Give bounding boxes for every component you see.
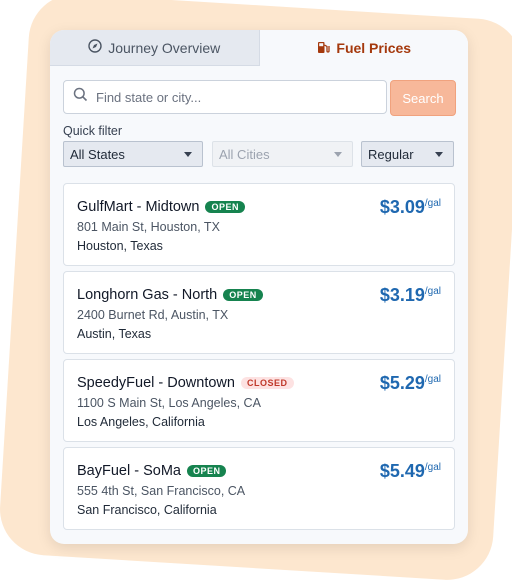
chevron-down-icon: [334, 151, 342, 157]
price-value: $5.29: [379, 373, 425, 393]
tab-bar: Journey Overview Fuel Prices: [50, 30, 468, 66]
station-city: Houston, Texas: [77, 239, 163, 253]
status-badge: OPEN: [223, 289, 263, 301]
station-city: Los Angeles, California: [77, 415, 205, 429]
station-card[interactable]: SpeedyFuel - Downtown CLOSED 1100 S Main…: [63, 359, 455, 442]
station-address: 555 4th St, San Francisco, CA: [77, 484, 246, 498]
price-value: $3.19: [379, 285, 425, 305]
fuel-pump-icon: [316, 40, 331, 57]
station-name: SpeedyFuel - Downtown: [77, 375, 235, 391]
search-row: Search: [63, 80, 456, 116]
station-city: Austin, Texas: [77, 327, 152, 341]
station-name: BayFuel - SoMa: [77, 463, 181, 479]
station-card[interactable]: GulfMart - Midtown OPEN 801 Main St, Hou…: [63, 183, 455, 266]
price-value: $3.09: [379, 197, 425, 217]
city-select: All Cities: [212, 141, 353, 167]
price-unit: /gal: [424, 198, 441, 209]
status-badge: OPEN: [205, 201, 245, 213]
fuel-type-select[interactable]: Regular: [361, 141, 454, 167]
status-badge: CLOSED: [240, 377, 294, 389]
tab-journey-overview[interactable]: Journey Overview: [50, 30, 260, 66]
chevron-down-icon: [435, 151, 443, 157]
station-price: $3.09/gal: [380, 197, 441, 218]
station-address: 2400 Burnet Rd, Austin, TX: [77, 308, 229, 322]
station-name-row: Longhorn Gas - North OPEN: [77, 287, 263, 303]
station-card[interactable]: BayFuel - SoMa OPEN 555 4th St, San Fran…: [63, 447, 455, 530]
price-value: $5.49: [379, 461, 425, 481]
station-price: $3.19/gal: [380, 285, 441, 306]
price-unit: /gal: [424, 462, 441, 473]
price-unit: /gal: [424, 374, 441, 385]
city-select-value: All Cities: [219, 146, 270, 162]
station-name-row: GulfMart - Midtown OPEN: [77, 199, 245, 215]
state-select[interactable]: All States: [63, 141, 203, 167]
tab-label: Journey Overview: [108, 39, 221, 56]
station-address: 1100 S Main St, Los Angeles, CA: [77, 396, 261, 410]
state-select-value: All States: [70, 146, 125, 162]
station-name: GulfMart - Midtown: [77, 199, 200, 215]
station-name-row: BayFuel - SoMa OPEN: [77, 463, 227, 479]
station-address: 801 Main St, Houston, TX: [77, 220, 220, 234]
quick-filter-label: Quick filter: [63, 124, 123, 138]
station-list: GulfMart - Midtown OPEN 801 Main St, Hou…: [63, 183, 455, 535]
status-badge: OPEN: [186, 465, 227, 477]
tab-fuel-prices[interactable]: Fuel Prices: [259, 30, 468, 66]
search-button[interactable]: Search: [390, 80, 456, 116]
compass-icon: [88, 39, 102, 56]
station-card[interactable]: Longhorn Gas - North OPEN 2400 Burnet Rd…: [63, 271, 455, 354]
fuel-app-card: Journey Overview Fuel Prices Search Quic…: [50, 30, 468, 544]
search-field[interactable]: [63, 80, 387, 114]
fuel-type-select-value: Regular: [368, 146, 414, 162]
station-price: $5.29/gal: [380, 373, 441, 394]
station-price: $5.49/gal: [380, 461, 441, 482]
search-icon: [64, 87, 88, 107]
station-city: San Francisco, California: [77, 503, 217, 517]
tab-label: Fuel Prices: [336, 40, 412, 56]
chevron-down-icon: [184, 151, 192, 157]
station-name: Longhorn Gas - North: [77, 287, 218, 303]
search-input[interactable]: [94, 88, 368, 106]
price-unit: /gal: [424, 286, 441, 297]
station-name-row: SpeedyFuel - Downtown CLOSED: [77, 375, 294, 391]
